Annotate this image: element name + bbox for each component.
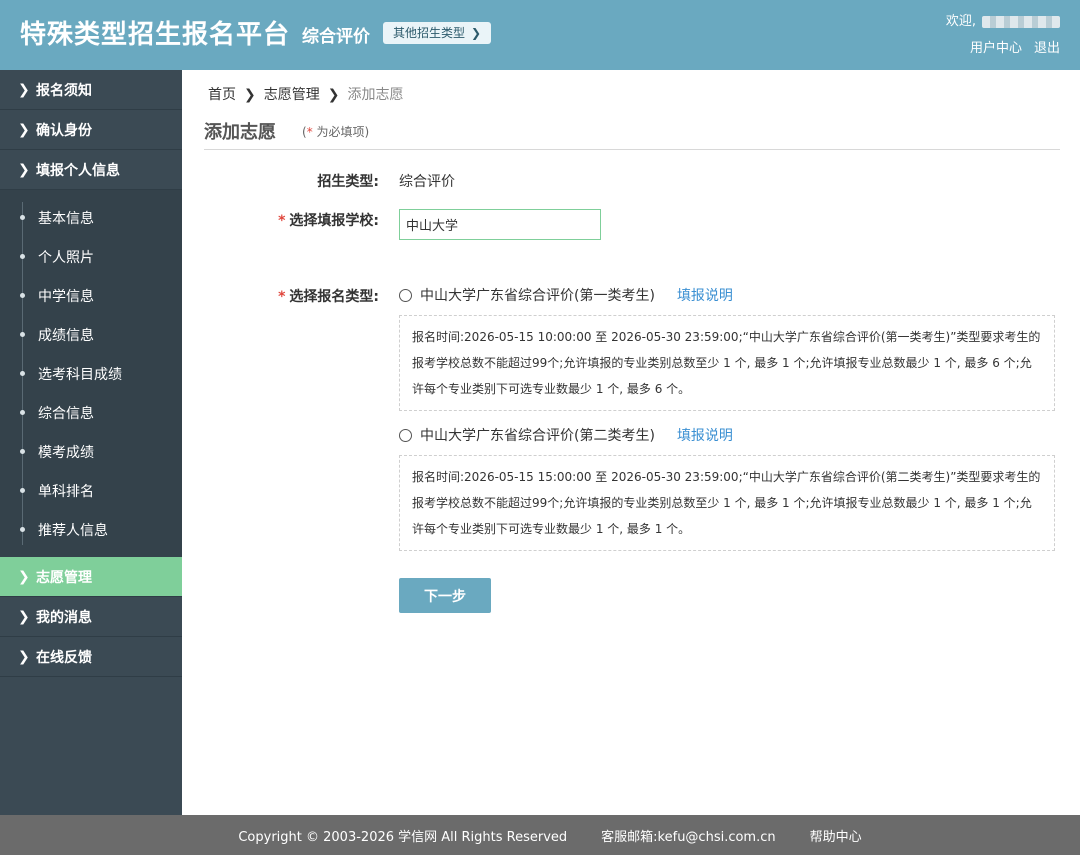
required-note: (* 为必填项) <box>302 123 369 140</box>
sidebar-item-feedback[interactable]: ❯ 在线反馈 <box>0 637 182 677</box>
sidebar-item-confirm-identity[interactable]: ❯ 确认身份 <box>0 110 182 150</box>
required-star: * <box>278 289 286 305</box>
radio-button[interactable] <box>399 288 412 302</box>
admission-type-label: 招生类型: <box>204 171 379 191</box>
top-header: 特殊类型招生报名平台 综合评价 其他招生类型 ❯ 欢迎, 用户中心 退出 <box>0 0 1080 70</box>
school-input[interactable] <box>399 209 601 240</box>
chevron-right-icon: ❯ <box>18 161 30 178</box>
admission-type-value: 综合评价 <box>399 174 455 190</box>
breadcrumb-current: 添加志愿 <box>347 87 404 103</box>
chevron-right-icon: ❯ <box>327 87 340 103</box>
required-star: * <box>278 213 286 229</box>
support-email[interactable]: 客服邮箱:kefu@chsi.com.cn <box>601 826 775 845</box>
bullet-icon <box>20 488 25 493</box>
sidebar-subitem-label: 推荐人信息 <box>38 522 108 539</box>
sidebar-subitem-subject-rank[interactable]: 单科排名 <box>2 471 182 510</box>
sidebar-subitem-label: 综合信息 <box>38 405 94 422</box>
chevron-right-icon: ❯ <box>18 568 30 585</box>
category-label: * 选择报名类型: <box>204 286 379 306</box>
bullet-icon <box>20 332 25 337</box>
sidebar-subitem-label: 单科排名 <box>38 483 94 500</box>
bullet-icon <box>20 215 25 220</box>
breadcrumb-section[interactable]: 志愿管理 <box>264 87 320 103</box>
option-label[interactable]: 中山大学广东省综合评价(第二类考生) <box>420 425 655 445</box>
welcome-label: 欢迎, <box>945 14 976 29</box>
sidebar-subitem-comprehensive-info[interactable]: 综合信息 <box>2 393 182 432</box>
category-option-1: 中山大学广东省综合评价(第一类考生) 填报说明 <box>399 285 733 305</box>
help-link[interactable]: 填报说明 <box>677 285 733 305</box>
school-label: * 选择填报学校: <box>204 210 379 230</box>
user-links: 用户中心 退出 <box>958 37 1060 56</box>
radio-button[interactable] <box>399 428 412 442</box>
page-title: 添加志愿 <box>204 122 276 143</box>
bullet-icon <box>20 371 25 376</box>
breadcrumb: 首页 ❯ 志愿管理 ❯ 添加志愿 <box>208 84 403 104</box>
user-center-link[interactable]: 用户中心 <box>970 41 1022 56</box>
welcome-text: 欢迎, <box>946 10 1060 29</box>
sidebar-subitem-label: 中学信息 <box>38 288 94 305</box>
option-description: 报名时间:2026-05-15 10:00:00 至 2026-05-30 23… <box>399 315 1055 411</box>
sidebar-item-messages[interactable]: ❯ 我的消息 <box>0 597 182 637</box>
help-center-link[interactable]: 帮助中心 <box>810 826 862 845</box>
sidebar-item-label: 我的消息 <box>36 609 92 626</box>
sidebar-subitem-label: 个人照片 <box>38 249 94 266</box>
sidebar-subitem-mock-scores[interactable]: 模考成绩 <box>2 432 182 471</box>
title-divider <box>204 149 1060 150</box>
bullet-icon <box>20 449 25 454</box>
bullet-icon <box>20 410 25 415</box>
personal-info-submenu: 基本信息 个人照片 中学信息 成绩信息 选考科目成绩 综合信息 模考成绩 单科排… <box>0 190 182 557</box>
sidebar-item-label: 填报个人信息 <box>36 162 120 179</box>
sidebar-subitem-label: 模考成绩 <box>38 444 94 461</box>
sidebar-item-label: 志愿管理 <box>36 569 92 586</box>
bullet-icon <box>20 254 25 259</box>
sidebar-subitem-basic-info[interactable]: 基本信息 <box>2 198 182 237</box>
main-content: 首页 ❯ 志愿管理 ❯ 添加志愿 添加志愿 (* 为必填项) 招生类型: 综合评价 * 选… <box>182 70 1080 815</box>
chevron-right-icon: ❯ <box>244 87 256 103</box>
blurred-username <box>982 15 1060 28</box>
sidebar-item-label: 报名须知 <box>36 82 92 99</box>
category-label-text: 选择报名类型: <box>289 289 379 305</box>
category-option-2: 中山大学广东省综合评价(第二类考生) 填报说明 <box>399 425 733 445</box>
footer: Copyright © 2003-2026 学信网 All Rights Res… <box>0 815 1080 855</box>
sidebar-subitem-elective-scores[interactable]: 选考科目成绩 <box>2 354 182 393</box>
chevron-right-icon: ❯ <box>18 121 30 138</box>
sidebar-item-registration-notice[interactable]: ❯ 报名须知 <box>0 70 182 110</box>
next-button[interactable]: 下一步 <box>399 578 491 613</box>
option-description: 报名时间:2026-05-15 15:00:00 至 2026-05-30 23… <box>399 455 1055 551</box>
sidebar: ❯ 报名须知 ❯ 确认身份 ❯ 填报个人信息 基本信息 个人照片 中学信息 成绩信息 … <box>0 70 182 815</box>
header-subtitle: 综合评价 <box>302 27 370 47</box>
other-types-label: 其他招生类型 <box>393 26 466 40</box>
bullet-icon <box>20 527 25 532</box>
school-label-text: 选择填报学校: <box>289 213 379 229</box>
sidebar-subitem-recommender[interactable]: 推荐人信息 <box>2 510 182 549</box>
sidebar-subitem-label: 成绩信息 <box>38 327 94 344</box>
sidebar-subitem-label: 选考科目成绩 <box>38 366 122 383</box>
site-brand[interactable]: 特殊类型招生报名平台 <box>20 14 290 51</box>
sidebar-subitem-label: 基本信息 <box>38 210 94 227</box>
bullet-icon <box>20 293 25 298</box>
sidebar-subitem-scores[interactable]: 成绩信息 <box>2 315 182 354</box>
sidebar-item-application-management[interactable]: ❯ 志愿管理 <box>0 557 182 597</box>
sidebar-item-label: 确认身份 <box>36 122 92 139</box>
sidebar-item-personal-info[interactable]: ❯ 填报个人信息 <box>0 150 182 190</box>
logout-link[interactable]: 退出 <box>1034 41 1060 56</box>
copyright-text: Copyright © 2003-2026 学信网 All Rights Res… <box>238 829 568 845</box>
help-link[interactable]: 填报说明 <box>677 425 733 445</box>
option-label[interactable]: 中山大学广东省综合评价(第一类考生) <box>420 285 655 305</box>
admission-type-label-text: 招生类型: <box>317 174 379 190</box>
chevron-right-icon: ❯ <box>18 608 30 625</box>
required-note-text: 为必填项) <box>312 125 370 139</box>
chevron-right-icon: ❯ <box>18 648 30 665</box>
breadcrumb-home[interactable]: 首页 <box>208 87 236 103</box>
chevron-right-icon: ❯ <box>471 26 482 40</box>
sidebar-subitem-school-info[interactable]: 中学信息 <box>2 276 182 315</box>
sidebar-item-label: 在线反馈 <box>36 649 92 666</box>
sidebar-subitem-photo[interactable]: 个人照片 <box>2 237 182 276</box>
other-types-button[interactable]: 其他招生类型 ❯ <box>383 22 492 44</box>
chevron-right-icon: ❯ <box>18 81 30 98</box>
